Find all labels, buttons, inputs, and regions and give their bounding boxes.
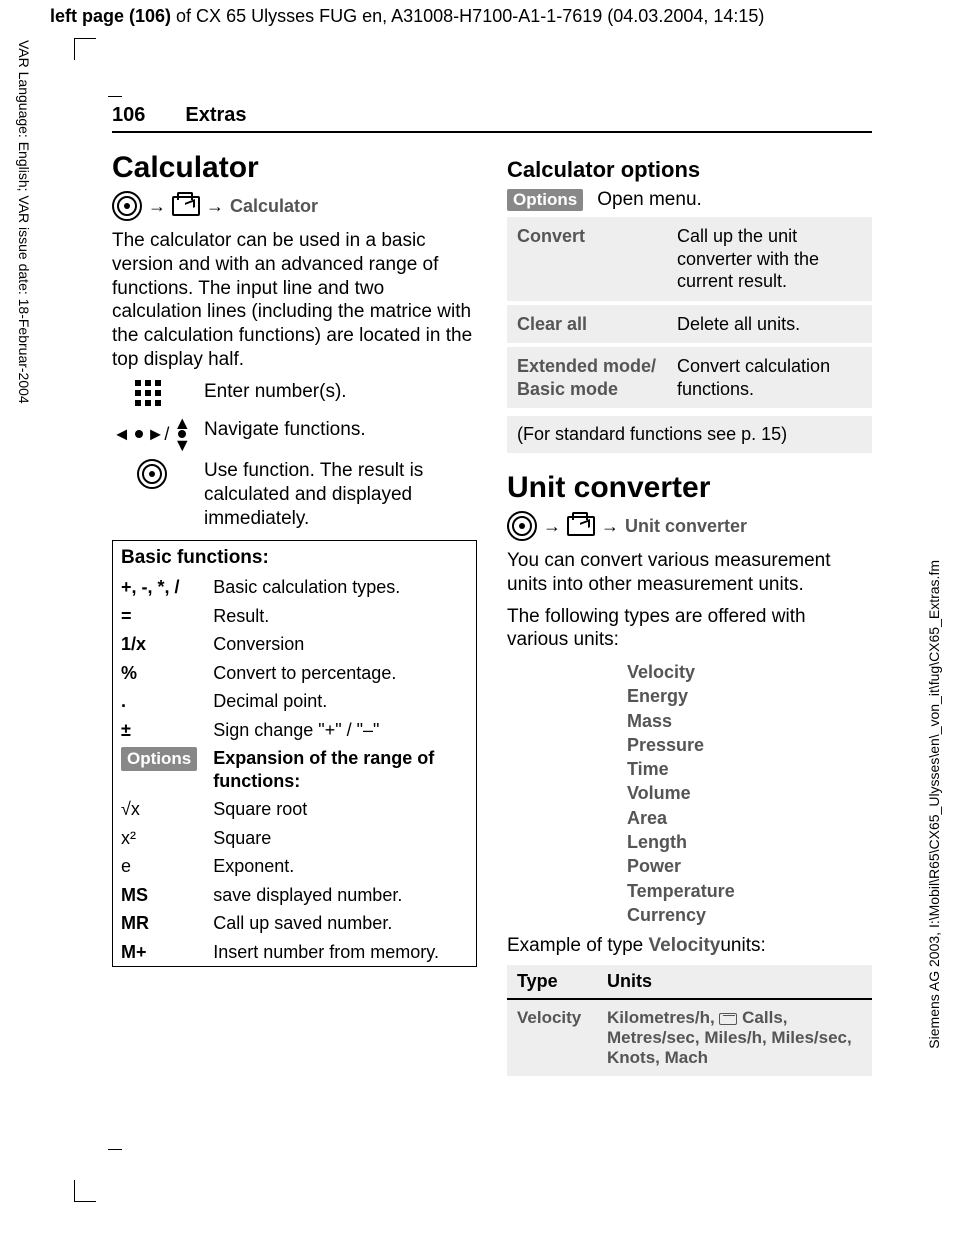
envelope-icon	[719, 1013, 737, 1025]
table-row: ±Sign change "+" / "–"	[113, 716, 476, 745]
table-row: ConvertCall up the unit converter with t…	[507, 217, 872, 303]
table-row: %Convert to percentage.	[113, 659, 476, 688]
calculator-intro: The calculator can be used in a basic ve…	[112, 229, 477, 372]
box-title: Basic functions:	[113, 541, 476, 573]
instruction-row: Use function. The result is calculated a…	[112, 459, 477, 530]
nav-path-unit-converter: → → Unit converter	[507, 511, 872, 541]
list-item: Area	[627, 806, 872, 830]
instruction-row: Enter number(s).	[112, 380, 477, 410]
folder-icon	[172, 196, 200, 216]
instruction-text: Use function. The result is calculated a…	[204, 459, 477, 530]
list-item: Currency	[627, 903, 872, 927]
list-item: Temperature	[627, 879, 872, 903]
table-row: +, -, *, /Basic calculation types.	[113, 573, 476, 602]
table-row: eExponent.	[113, 852, 476, 881]
options-badge: Options	[121, 747, 197, 770]
arrow-icon: →	[206, 196, 224, 217]
page: left page (106) of CX 65 Ulysses FUG en,…	[0, 0, 954, 1246]
unit-type-list: Velocity Energy Mass Pressure Time Volum…	[627, 660, 872, 927]
nav-path-calculator: → → Calculator	[112, 191, 477, 221]
keypad-icon	[135, 380, 169, 410]
options-open-text: Open menu.	[597, 189, 702, 211]
menu-key-icon	[507, 511, 537, 541]
crop-mark	[108, 1149, 122, 1150]
table-row: Clear allDelete all units.	[507, 303, 872, 346]
unit-converter-p2: The following types are offered with var…	[507, 605, 872, 653]
instruction-text: Enter number(s).	[204, 380, 477, 404]
arrow-icon: →	[543, 516, 561, 537]
table-row: 1/xConversion	[113, 630, 476, 659]
nav-path-label: Calculator	[230, 196, 318, 217]
menu-key-icon	[137, 459, 167, 489]
instruction-text: Navigate functions.	[204, 418, 477, 442]
source-header: left page (106) of CX 65 Ulysses FUG en,…	[50, 6, 764, 27]
list-item: Time	[627, 757, 872, 781]
menu-key-icon	[112, 191, 142, 221]
col-header-units: Units	[597, 965, 872, 999]
section-title: Extras	[185, 104, 246, 127]
calculator-options-table: ConvertCall up the unit converter with t…	[507, 217, 872, 412]
source-header-rest: of CX 65 Ulysses FUG en, A31008-H7100-A1…	[171, 6, 764, 26]
side-note-left: VAR Language: English; VAR issue date: 1…	[16, 40, 32, 404]
expand-label: Expansion of the range of functions:	[213, 748, 434, 791]
crop-mark	[74, 38, 96, 60]
options-footnote: (For standard functions see p. 15)	[507, 416, 872, 453]
list-item: Mass	[627, 709, 872, 733]
source-header-bold: left page (106)	[50, 6, 171, 26]
unit-converter-p1: You can convert various measurement unit…	[507, 549, 872, 597]
folder-icon	[567, 516, 595, 536]
list-item: Length	[627, 830, 872, 854]
left-column: Calculator → → Calculator The calculator…	[112, 151, 477, 1076]
running-head: 106 Extras	[112, 104, 872, 133]
basic-functions-box: Basic functions: +, -, *, /Basic calcula…	[112, 540, 477, 967]
velocity-units-table: Type Units Velocity Kilometres/h, Calls,…	[507, 965, 872, 1076]
list-item: Velocity	[627, 660, 872, 684]
instruction-row: ◄►/▲▼ Navigate functions.	[112, 418, 477, 452]
table-header-row: Type Units	[507, 965, 872, 999]
page-number: 106	[112, 104, 145, 127]
crop-mark	[108, 96, 122, 97]
two-columns: Calculator → → Calculator The calculator…	[112, 151, 872, 1076]
nav-path-label: Unit converter	[625, 516, 747, 537]
list-item: Volume	[627, 781, 872, 805]
table-row: MRCall up saved number.	[113, 909, 476, 938]
list-item: Power	[627, 854, 872, 878]
crop-mark	[74, 1180, 96, 1202]
unit-converter-heading: Unit converter	[507, 471, 872, 505]
cell-units: Kilometres/h, Calls, Metres/sec, Miles/h…	[597, 999, 872, 1076]
cell-type: Velocity	[507, 999, 597, 1076]
arrow-icon: →	[148, 196, 166, 217]
list-item: Energy	[627, 684, 872, 708]
col-header-type: Type	[507, 965, 597, 999]
arrow-icon: →	[601, 516, 619, 537]
basic-functions-table: +, -, *, /Basic calculation types. =Resu…	[113, 573, 476, 966]
side-note-right: Siemens AG 2003, I:\Mobil\R65\CX65_Ulyss…	[926, 560, 942, 1049]
content-area: 106 Extras Calculator → → Calculator The…	[112, 104, 872, 1076]
right-column: Calculator options Options Open menu. Co…	[507, 151, 872, 1076]
table-row: Extended mode/ Basic modeConvert calcula…	[507, 345, 872, 410]
table-row: MSsave displayed number.	[113, 881, 476, 910]
table-row: √xSquare root	[113, 795, 476, 824]
options-open-line: Options Open menu.	[507, 189, 872, 211]
calculator-options-heading: Calculator options	[507, 157, 872, 183]
table-row: =Result.	[113, 602, 476, 631]
list-item: Pressure	[627, 733, 872, 757]
table-row: .Decimal point.	[113, 687, 476, 716]
options-badge: Options	[507, 189, 583, 211]
navpad-icon: ◄►/▲▼	[113, 418, 191, 452]
table-row: Velocity Kilometres/h, Calls, Metres/sec…	[507, 999, 872, 1076]
calculator-heading: Calculator	[112, 151, 477, 185]
table-row: M+Insert number from memory.	[113, 938, 476, 967]
table-row: x²Square	[113, 824, 476, 853]
example-intro: Example of type Velocityunits:	[507, 935, 872, 957]
table-row: Options Expansion of the range of functi…	[113, 744, 476, 795]
